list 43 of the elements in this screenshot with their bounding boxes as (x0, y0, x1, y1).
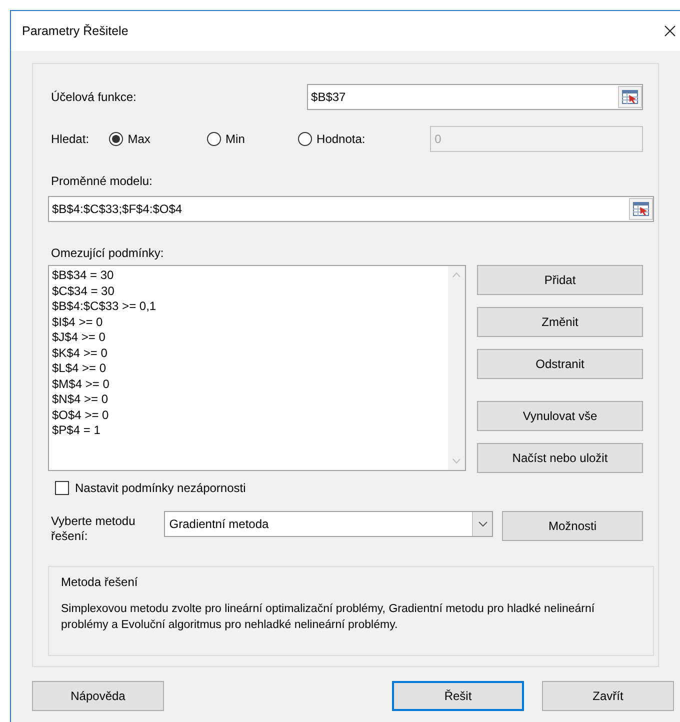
constraint-item[interactable]: $M$4 >= 0 (52, 376, 448, 392)
constraint-item[interactable]: $P$4 = 1 (52, 423, 448, 438)
dialog-button[interactable]: Zavřít (542, 681, 674, 711)
variables-label: Proměnné modelu: (50, 173, 154, 190)
method-info-text: Simplexovou metodu zvolte pro lineární optimalizační problémy, Gradientní metodu pro hladké nelineární problémy a Evoluční algoritmus pro nehladké nelineární problémy. (61, 602, 596, 633)
close-icon[interactable] (664, 25, 676, 37)
radio-button[interactable] (206, 132, 221, 146)
radio-label: Min (226, 131, 245, 148)
checkbox[interactable] (55, 481, 69, 495)
constraint-item[interactable]: $L$4 >= 0 (52, 361, 448, 376)
constraint-button[interactable]: Přidat (477, 265, 643, 295)
radio-button[interactable] (298, 132, 312, 146)
constraint-item[interactable]: $C$34 = 30 (52, 284, 448, 299)
dialog-button[interactable]: Nápověda (32, 681, 164, 711)
constraint-item[interactable]: $N$4 >= 0 (52, 392, 448, 408)
method-dropdown[interactable]: Gradientní metoda (164, 511, 493, 537)
constraint-item[interactable]: $J$4 >= 0 (52, 330, 448, 346)
constraint-item[interactable]: $I$4 >= 0 (52, 314, 448, 330)
constraint-item[interactable]: $B$34 = 30 (52, 268, 448, 284)
constraint-item[interactable]: $O$4 >= 0 (52, 408, 448, 423)
constraint-item[interactable]: $B$4:$C$33 >= 0,1 (52, 299, 448, 314)
goal-label: Hledat: (50, 131, 90, 148)
method-info-title: Metoda řešení (61, 574, 139, 591)
constraint-item[interactable]: $K$4 >= 0 (52, 346, 448, 361)
range-select-button[interactable] (618, 86, 642, 108)
radio-label: Hodnota: (316, 131, 366, 148)
range-select-button[interactable] (629, 198, 653, 220)
constraint-button[interactable]: Načíst nebo uložit (477, 443, 643, 473)
constraint-button[interactable]: Změnit (477, 307, 643, 337)
objective-field[interactable]: $B$37 (307, 84, 643, 110)
options-button[interactable]: Možnosti (502, 511, 643, 541)
objective-label: Účelová funkce: (50, 89, 138, 106)
radio-button[interactable] (108, 132, 123, 146)
variables-field[interactable]: $B$4:$C$33;$F$4:$O$4 (48, 196, 654, 222)
method-label: Vyberte metodu řešení: (50, 513, 136, 544)
constraint-button[interactable]: Odstranit (477, 349, 643, 379)
constraints-list[interactable]: $B$34 = 30 $C$34 = 30 $B$4:$C$33 >= 0,1 $I$4 >= 0 $J$4 >= 0 $K$4 >= 0 $L$4 >= 0 $M$4 >= 0 $N$4 >= 0 $O$4 >= 0 $P$4 = 1 (48, 265, 466, 471)
constraint-button[interactable]: Vynulovat vše (477, 401, 643, 431)
checkbox-label: Nastavit podmínky nezápornosti (75, 480, 246, 497)
constraints-label: Omezující podmínky: (50, 245, 165, 262)
dialog-button[interactable]: Řešit (392, 681, 524, 711)
window-title: Parametry Řešitele (22, 22, 128, 40)
radio-label: Max (128, 131, 150, 148)
